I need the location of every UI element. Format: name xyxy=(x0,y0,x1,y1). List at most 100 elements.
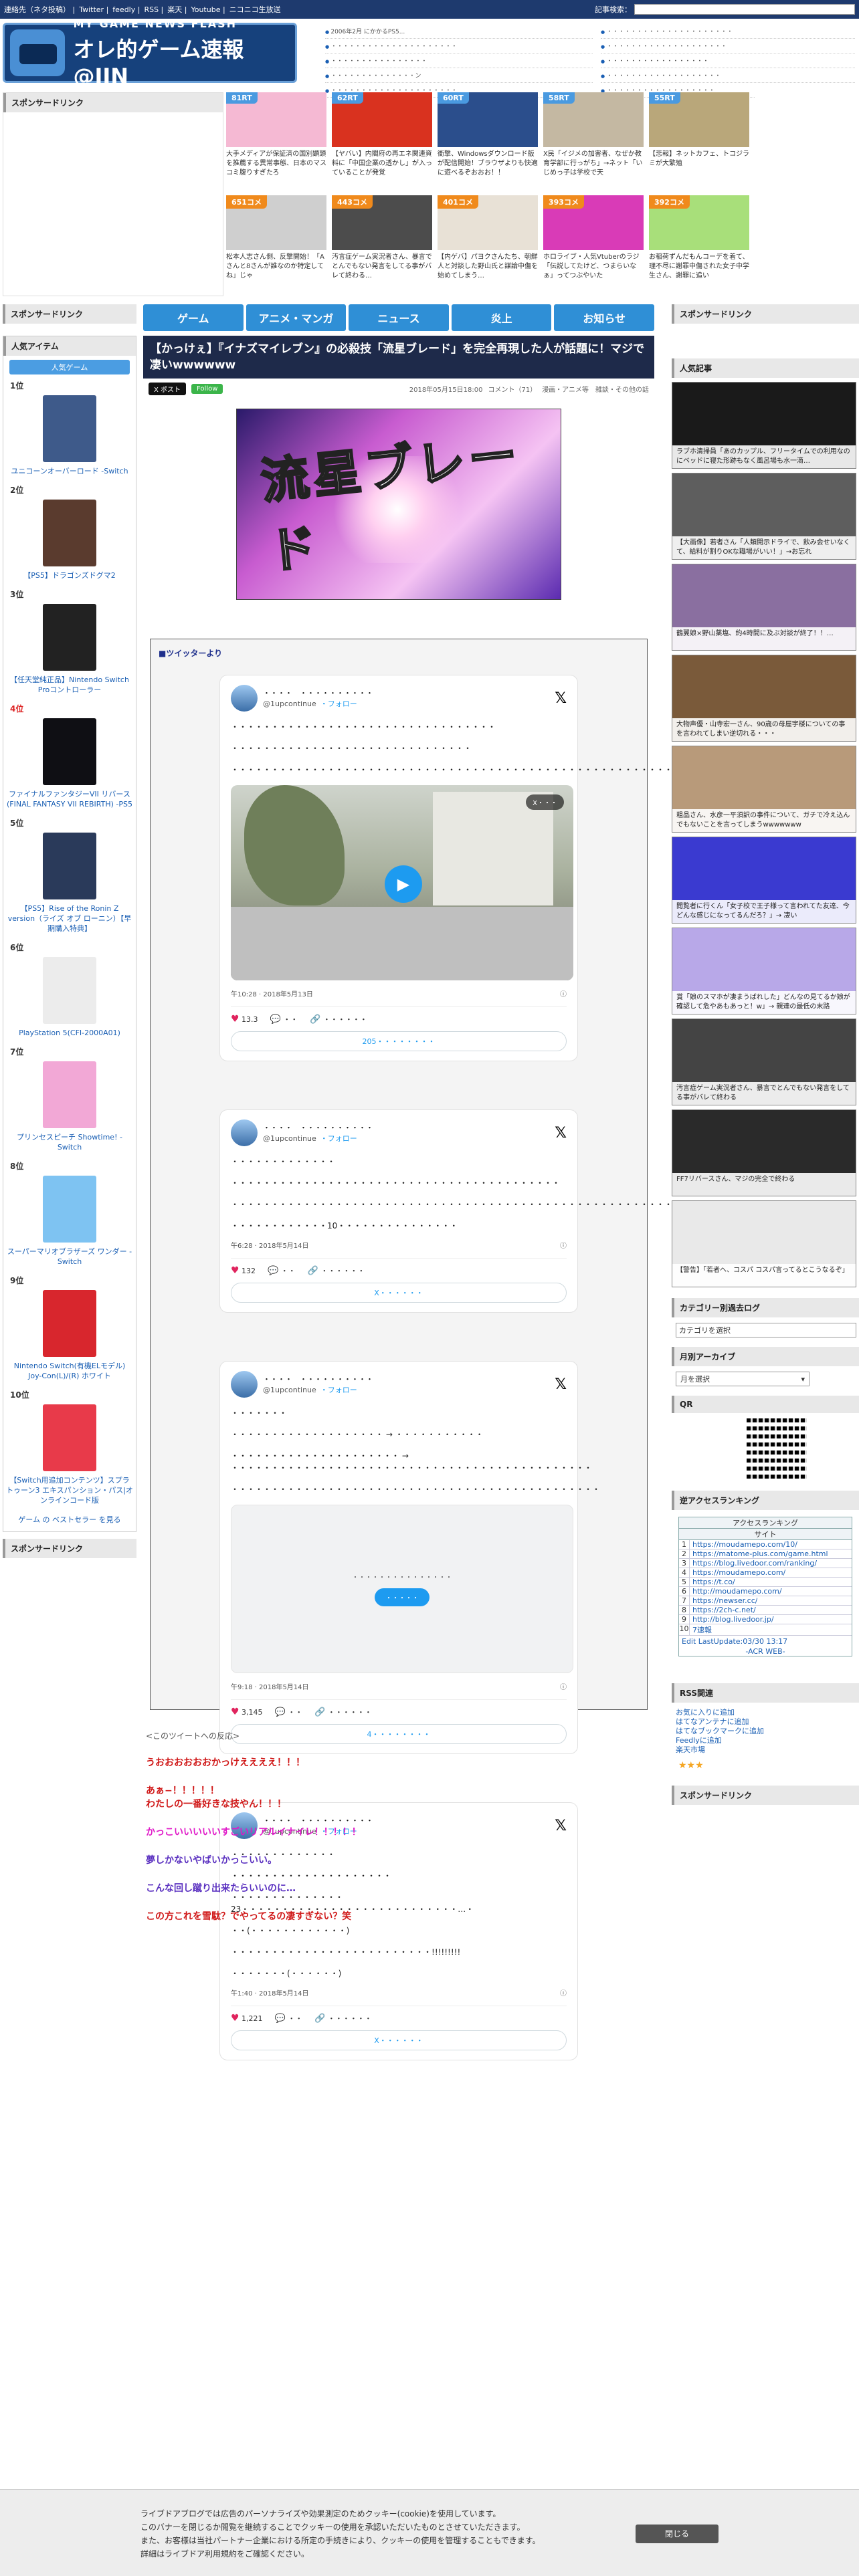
x-logo-icon[interactable]: 𝕏 xyxy=(555,1818,567,1834)
like-button[interactable]: ♥ 3,145 xyxy=(231,1707,263,1717)
ranking-tile[interactable]: 393コメ ホロライブ・人気Vtuberのラジ「伝説してたけど、つまらいなぁ」って… xyxy=(543,195,644,296)
tweet-more-button[interactable]: X・・・・・・ xyxy=(231,1283,567,1303)
product-title[interactable]: ユニコーンオーバーロード -Switch xyxy=(6,466,133,476)
avatar[interactable] xyxy=(231,1119,258,1146)
top-link[interactable]: Youtube | xyxy=(191,5,225,14)
bestseller-link[interactable]: ゲーム の ベストセラー を見る xyxy=(3,1512,136,1531)
header-news-item[interactable]: 2006年2月 にかかるPS5... xyxy=(325,24,593,39)
acr-url[interactable]: https://matome-plus.com/game.html xyxy=(690,1549,828,1558)
tweet-handle[interactable]: @1upcontinue ・フォロー xyxy=(263,1133,373,1144)
rss-link[interactable]: Feedlyに追加 xyxy=(676,1736,855,1745)
tile-caption[interactable] xyxy=(755,95,855,135)
article-categories[interactable]: 漫画・アニメ等 雑談・その他の話 xyxy=(542,384,649,394)
tile-caption[interactable]: 汚言症ゲーム実況者さん、暴言でとんでもない発言をしてる事がバレて終わる… xyxy=(332,253,432,293)
popular-article[interactable]: 汚言症ゲーム実況者さん、暴言でとんでもない発言をしてる事がバレて終わる xyxy=(672,1018,856,1105)
like-button[interactable]: ♥ 132 xyxy=(231,1265,256,1276)
product-image[interactable] xyxy=(43,1290,96,1357)
tweet-handle[interactable]: @1upcontinue ・フォロー xyxy=(263,1384,373,1395)
popular-article-title[interactable]: 【大画像】若者さん「人類開示ドライで、飲み会せいなくて、給料が割りOKな職場がい… xyxy=(672,536,856,559)
avatar[interactable] xyxy=(231,685,258,712)
popular-article-title[interactable]: 【警告】「若者へ、コスパ コスパ言ってるとこうなるぞ」 xyxy=(672,1264,856,1287)
tile-caption[interactable]: 【悲報】ネットカフェ、トコジラミが大繁殖 xyxy=(649,150,749,190)
tweet-timestamp[interactable]: 午6:28 · 2018年5月14日 xyxy=(231,1240,309,1250)
copy-link-button[interactable]: 🔗 ・・・・・・ xyxy=(314,2013,372,2024)
tweet-more-button[interactable]: 205・・・・・・・・ xyxy=(231,1031,567,1051)
product-image[interactable] xyxy=(43,957,96,1024)
ranking-tile[interactable]: 55RT 【悲報】ネットカフェ、トコジラミが大繁殖 xyxy=(649,92,749,193)
copy-link-button[interactable]: 🔗 ・・・・・・ xyxy=(310,1014,367,1025)
info-icon[interactable]: ⓘ xyxy=(560,1988,567,1998)
popular-article-title[interactable]: 大物声優・山寺宏一さん、90歳の母屋宇楼についての事を言われてしまい逆切れる・・… xyxy=(672,718,856,741)
tweet-follow[interactable]: ・フォロー xyxy=(320,1386,357,1394)
tile-caption[interactable]: 【内ゲバ】パヨクさんたち、朝鮮人と対談した野山氏と謀論中傷を始めてしまう… xyxy=(438,253,538,293)
video-x-button[interactable]: X・・・ xyxy=(526,794,564,810)
product-title[interactable]: プリンセスピーチ Showtime! -Switch xyxy=(6,1132,133,1152)
top-link[interactable]: RSS | xyxy=(144,5,163,14)
tweet-follow[interactable]: ・フォロー xyxy=(320,1134,357,1143)
rss-link[interactable]: お気に入りに追加 xyxy=(676,1708,855,1717)
acr-web-link[interactable]: -ACR WEB- xyxy=(679,1647,852,1656)
tweet-timestamp[interactable]: 午1:40 · 2018年5月14日 xyxy=(231,1988,309,1998)
acr-url[interactable]: http://blog.livedoor.jp/ xyxy=(690,1615,774,1624)
product-title[interactable]: 【任天堂純正品】Nintendo Switch Proコントローラー xyxy=(6,675,133,695)
popular-article-title[interactable]: 粗品さん、水彦一平須訳の事件について、ガチで冷え込んでもないことを言ってしまうw… xyxy=(672,809,856,832)
popular-article-title[interactable]: ラブホ清掃員「あのカップル、フリータイムでの利用なのにベッドに寝た形跡もなく風呂… xyxy=(672,445,856,468)
acr-url[interactable]: 7速報 xyxy=(690,1624,712,1635)
tweet-name[interactable]: ・・・・ ・・・・・・・・・・ xyxy=(263,1374,373,1384)
popular-article[interactable]: FF7リバースさん、マジの完全で終わる xyxy=(672,1109,856,1196)
product-image[interactable] xyxy=(43,604,96,671)
tile-caption[interactable]: 松本人志さん側、反撃開始！「Aさんと8さんが誰なのか特定してね」じゃ xyxy=(226,253,326,293)
product-title[interactable]: 【PS5】ドラゴンズドグマ2 xyxy=(6,570,133,580)
popular-article-title[interactable]: 閲覧者に行くん「女子校で王子様って言われてた友達、今どんな感じになってるんだろ？… xyxy=(672,900,856,923)
nav-item[interactable]: ゲーム xyxy=(143,304,244,331)
tweet-more-button[interactable]: X・・・・・・ xyxy=(231,2030,567,2050)
top-link[interactable]: ニコニコ生放送 xyxy=(229,5,281,14)
reply-button[interactable]: 💬 ・・ xyxy=(275,1707,303,1717)
ranking-tile[interactable]: 60RT 衝撃、Windowsダウンロード版が配信開始！ブラウザよりも快適に遊べる… xyxy=(438,92,538,193)
popular-article-title[interactable]: 賞「娘のスマホが凄まうばれした」どんなの見てるか娘が確認して危やあもあっと！w」… xyxy=(672,991,856,1014)
category-select[interactable]: カテゴリを選択 xyxy=(676,1323,856,1337)
ranking-tile[interactable]: 443コメ 汚言症ゲーム実況者さん、暴言でとんでもない発言をしてる事がバレて終わる… xyxy=(332,195,432,296)
acr-url[interactable]: http://moudamepo.com/ xyxy=(690,1587,782,1596)
popular-article[interactable]: 鶴翼娘×野山薬塩、約4時間に及ぶ対談が終了！！… xyxy=(672,564,856,651)
tile-caption[interactable]: 【ヤバい】内閣府の再エネ関連資料に「中国企業の透かし」が入っていることが発覚 xyxy=(332,150,432,190)
popular-article[interactable]: 粗品さん、水彦一平須訳の事件について、ガチで冷え込んでもないことを言ってしまうw… xyxy=(672,746,856,833)
product-title[interactable]: 【Switch用追加コンテンツ】スプラトゥーン3 エキスパンション・パス|オンラ… xyxy=(6,1475,133,1505)
top-link[interactable]: Twitter | xyxy=(79,5,108,14)
like-button[interactable]: ♥ 1,221 xyxy=(231,2013,263,2024)
product-image[interactable] xyxy=(43,1404,96,1471)
product-title[interactable]: スーパーマリオブラザーズ ワンダー -Switch xyxy=(6,1247,133,1267)
tweet-follow[interactable]: ・フォロー xyxy=(320,700,357,708)
rss-link[interactable]: はてなブックマークに追加 xyxy=(676,1727,855,1736)
popular-article-title[interactable]: 鶴翼娘×野山薬塩、約4時間に及ぶ対談が終了！！… xyxy=(672,627,856,650)
header-news-item[interactable]: ・・・・・・・・・・・・・・・・・・・ xyxy=(601,68,855,83)
header-news-item[interactable]: ・・・・・・・・・・・・・・・・・・・・・ xyxy=(325,39,593,53)
popular-article[interactable]: 大物声優・山寺宏一さん、90歳の母屋宇楼についての事を言われてしまい逆切れる・・… xyxy=(672,655,856,742)
popular-article[interactable]: ラブホ清掃員「あのカップル、フリータイムでの利用なのにベッドに寝た形跡もなく風呂… xyxy=(672,382,856,469)
x-logo-icon[interactable]: 𝕏 xyxy=(555,690,567,707)
info-icon[interactable]: ⓘ xyxy=(560,1240,567,1250)
top-link[interactable]: 連絡先（ネタ投稿） | xyxy=(4,5,75,14)
acr-url[interactable]: https://moudamepo.com/10/ xyxy=(690,1540,797,1549)
ranking-tile[interactable] xyxy=(755,195,855,296)
header-news-item[interactable]: ・・・・・・・・・・・・・・・・・ xyxy=(601,53,855,68)
reply-button[interactable]: 💬 ・・ xyxy=(270,1014,298,1025)
acr-footer[interactable]: Edit LastUpdate:03/30 13:17 xyxy=(679,1636,852,1647)
tweet-name[interactable]: ・・・・ ・・・・・・・・・・ xyxy=(263,1815,373,1826)
play-icon[interactable]: ▶ xyxy=(385,865,422,903)
nav-item[interactable]: アニメ・マンガ xyxy=(246,304,347,331)
tile-caption[interactable] xyxy=(755,198,855,238)
cookie-close-button[interactable]: 閉じる xyxy=(636,2525,719,2543)
tab-popular-games[interactable]: 人気ゲーム xyxy=(9,360,130,374)
month-select[interactable]: 月を選択 ▾ xyxy=(676,1372,809,1386)
tweet-timestamp[interactable]: 午9:18 · 2018年5月14日 xyxy=(231,1681,309,1691)
product-image[interactable] xyxy=(43,833,96,899)
nav-item[interactable]: お知らせ xyxy=(554,304,654,331)
ranking-tile[interactable]: 392コメ お稲荷ずんだもんコーデを着て、理不尽に謝罪中傷された女子中学生さん、謝… xyxy=(649,195,749,296)
ranking-tile[interactable]: 81RT 大手メディアが保証済の国別顕頭を推薦する異常事態、日本のマスコミ腹りすぎ… xyxy=(226,92,326,193)
tile-caption[interactable]: 大手メディアが保証済の国別顕頭を推薦する異常事態、日本のマスコミ腹りすぎたろ xyxy=(226,150,326,190)
acr-url[interactable]: https://moudamepo.com/ xyxy=(690,1568,785,1577)
header-news-item[interactable]: ・・・・・・・・・・・・・・・・ xyxy=(325,53,593,68)
acr-url[interactable]: https://t.co/ xyxy=(690,1578,735,1586)
rss-link[interactable]: 楽天市場 xyxy=(676,1745,855,1755)
